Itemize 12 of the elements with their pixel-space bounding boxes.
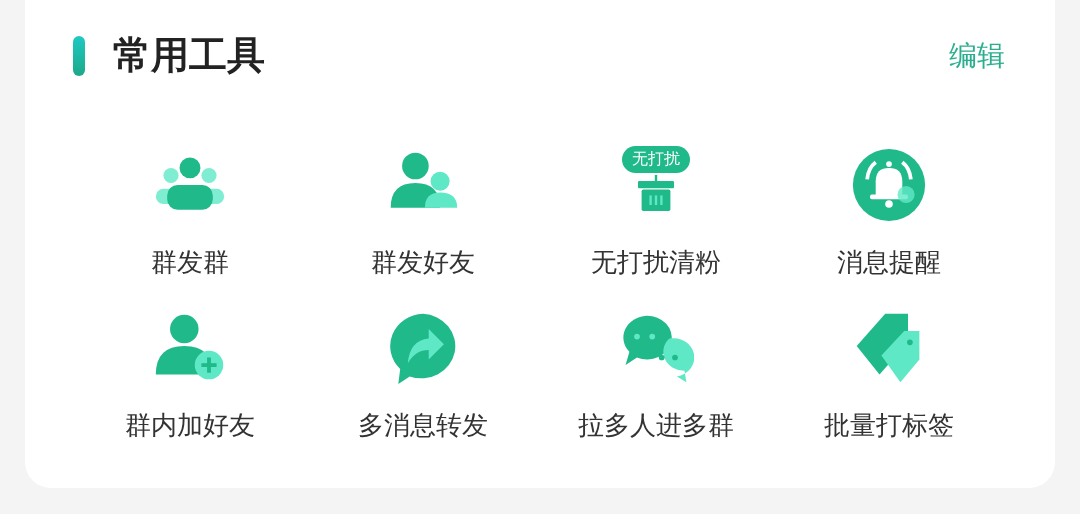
tool-label[interactable]: 群发好友	[370, 245, 475, 280]
badge: 无打扰	[621, 146, 690, 173]
tool-label[interactable]: 批量打标签	[823, 408, 954, 443]
accent-bar	[73, 35, 85, 76]
section-title: 常用工具	[113, 32, 265, 79]
tool-label[interactable]: 多消息转发	[357, 408, 488, 443]
bell-icon[interactable]	[850, 147, 927, 223]
tool-label[interactable]: 拉多人进多群	[577, 408, 734, 443]
tool-label[interactable]: 无打扰清粉	[590, 245, 721, 280]
tool-label[interactable]: 群内加好友	[124, 408, 255, 443]
tool-label[interactable]: 群发群	[150, 245, 229, 280]
tool-label[interactable]: 消息提醒	[836, 245, 941, 280]
